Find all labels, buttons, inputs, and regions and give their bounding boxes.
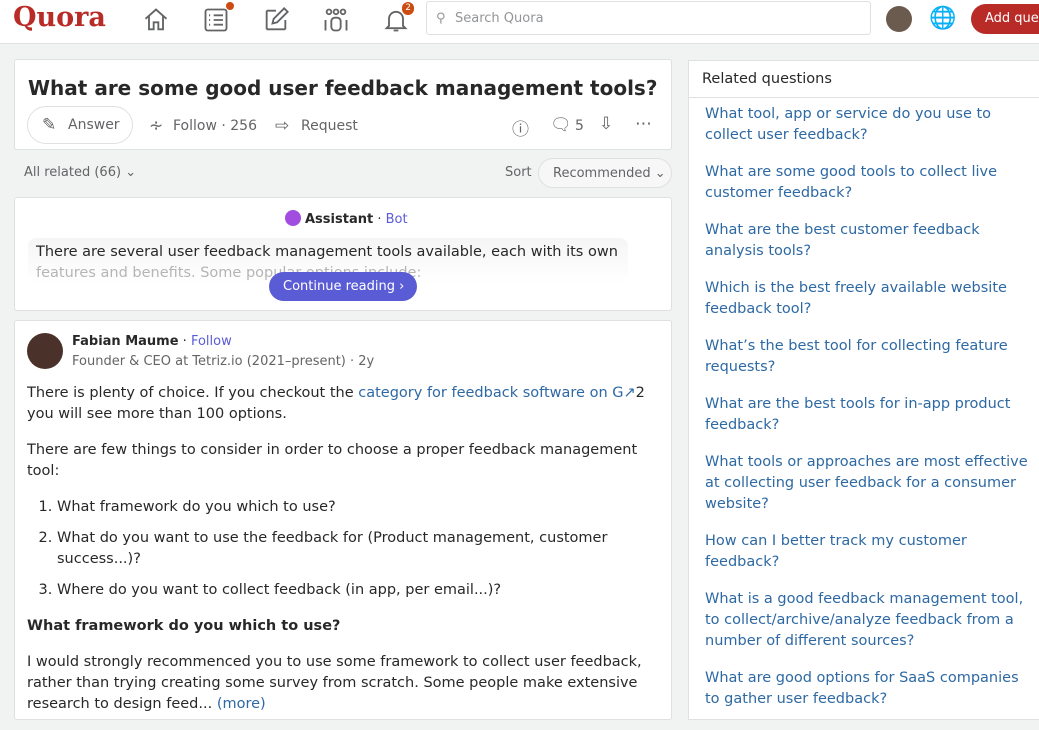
downvote-icon[interactable]: ⇩ bbox=[599, 114, 613, 134]
author-credential: Founder & CEO at Tetriz.io (2021–present… bbox=[72, 354, 375, 369]
follow-button[interactable]: Follow · 256 bbox=[173, 118, 257, 134]
bot-icon bbox=[285, 210, 301, 226]
list-item: What do you want to use the feedback for… bbox=[57, 528, 657, 570]
paragraph: I would strongly recommenced you to use … bbox=[27, 654, 642, 712]
comment-count[interactable]: 5 bbox=[575, 118, 584, 134]
quora-logo[interactable]: Quora bbox=[13, 2, 106, 33]
assistant-header: Assistant · Bot bbox=[285, 210, 408, 227]
add-question-button[interactable]: Add question bbox=[971, 4, 1039, 34]
sort-label: Sort bbox=[505, 165, 532, 180]
author-line: Fabian Maume · Follow bbox=[72, 334, 232, 349]
assistant-text-line: There are several user feedback manageme… bbox=[36, 244, 618, 260]
related-question-link[interactable]: What tool, app or service do you use to … bbox=[705, 104, 1035, 146]
answer-card: Fabian Maume · Follow Founder & CEO at T… bbox=[14, 320, 672, 720]
answer-body: There is plenty of choice. If you checko… bbox=[27, 383, 657, 730]
related-question-link[interactable]: What’s the best tool for collecting feat… bbox=[705, 336, 1035, 378]
related-question-link[interactable]: What are good options for SaaS companies… bbox=[705, 668, 1035, 710]
continue-label: Continue reading bbox=[283, 279, 395, 294]
comment-icon[interactable]: 🗨 bbox=[550, 115, 572, 135]
notifications-icon[interactable]: 2 bbox=[382, 2, 414, 36]
search-input[interactable]: ⚲ Search Quora bbox=[426, 1, 871, 35]
continue-reading-button[interactable]: Continue reading › bbox=[269, 272, 417, 301]
all-related-label: All related (66) bbox=[24, 165, 122, 180]
assistant-name[interactable]: Assistant bbox=[305, 212, 373, 227]
search-placeholder: Search Quora bbox=[455, 11, 544, 26]
list-item: Where do you want to collect feedback (i… bbox=[57, 580, 657, 601]
language-globe-icon[interactable]: 🌐 bbox=[929, 6, 956, 31]
request-icon: ⇨ bbox=[275, 116, 290, 136]
related-title: Related questions bbox=[689, 61, 1039, 98]
notification-badge: 2 bbox=[402, 2, 414, 15]
all-related-dropdown[interactable]: All related (66) ⌄ bbox=[24, 165, 136, 180]
question-card: What are some good user feedback managem… bbox=[14, 59, 672, 150]
top-nav: Quora 2 ⚲ Search Quora 🌐 Add question bbox=[0, 0, 1039, 44]
assistant-card: Assistant · Bot There are several user f… bbox=[14, 197, 672, 311]
request-button[interactable]: Request bbox=[301, 118, 358, 134]
bot-label: Bot bbox=[385, 212, 408, 227]
question-title: What are some good user feedback managem… bbox=[28, 76, 658, 100]
related-question-link[interactable]: What are the best tools for in-app produ… bbox=[705, 394, 1035, 436]
chevron-down-icon: ⌄ bbox=[125, 165, 137, 180]
answer-button[interactable]: ✎ Answer bbox=[27, 106, 133, 144]
follow-rss-icon: ∻ bbox=[149, 116, 164, 136]
more-link[interactable]: (more) bbox=[217, 696, 266, 712]
answer-icon[interactable] bbox=[262, 6, 292, 36]
pencil-icon: ✎ bbox=[42, 115, 57, 135]
external-link-icon: ↗ bbox=[623, 385, 636, 401]
related-question-link[interactable]: What tools or approaches are most effect… bbox=[705, 452, 1035, 515]
related-question-link[interactable]: What are the best customer feedback anal… bbox=[705, 220, 1035, 262]
related-question-link[interactable]: What is a good feedback management tool,… bbox=[705, 589, 1035, 652]
profile-avatar[interactable] bbox=[886, 6, 912, 32]
author-avatar[interactable] bbox=[27, 333, 63, 369]
list-item: What framework do you which to use? bbox=[57, 497, 657, 518]
sort-dropdown[interactable]: Recommended ⌄ bbox=[538, 158, 672, 188]
follow-author-link[interactable]: Follow bbox=[191, 334, 232, 349]
answer-label: Answer bbox=[68, 117, 120, 133]
chevron-down-icon: ⌄ bbox=[654, 166, 666, 181]
text: There is plenty of choice. If you checko… bbox=[27, 385, 359, 401]
new-dot bbox=[226, 2, 234, 10]
g2-link[interactable]: category for feedback software on G bbox=[358, 385, 623, 401]
info-icon[interactable]: ⓘ bbox=[512, 115, 529, 140]
search-icon: ⚲ bbox=[436, 11, 446, 26]
sort-value: Recommended bbox=[553, 166, 651, 181]
following-icon[interactable] bbox=[202, 2, 234, 36]
more-options-icon[interactable]: ⋯ bbox=[635, 114, 652, 134]
considerations-list: What framework do you which to use? What… bbox=[57, 497, 657, 601]
related-question-link[interactable]: Which is the best freely available websi… bbox=[705, 278, 1035, 320]
separator: · bbox=[373, 212, 386, 227]
related-question-link[interactable]: How can I better track my customer feedb… bbox=[705, 531, 1035, 573]
related-questions-panel: Related questions What tool, app or serv… bbox=[688, 60, 1039, 720]
spaces-icon[interactable] bbox=[322, 6, 352, 36]
related-question-link[interactable]: What are some good tools to collect live… bbox=[705, 162, 1035, 204]
home-icon[interactable] bbox=[142, 6, 172, 36]
paragraph: There are few things to consider in orde… bbox=[27, 442, 638, 479]
author-name[interactable]: Fabian Maume bbox=[72, 334, 179, 349]
answer-heading: What framework do you which to use? bbox=[27, 618, 341, 634]
